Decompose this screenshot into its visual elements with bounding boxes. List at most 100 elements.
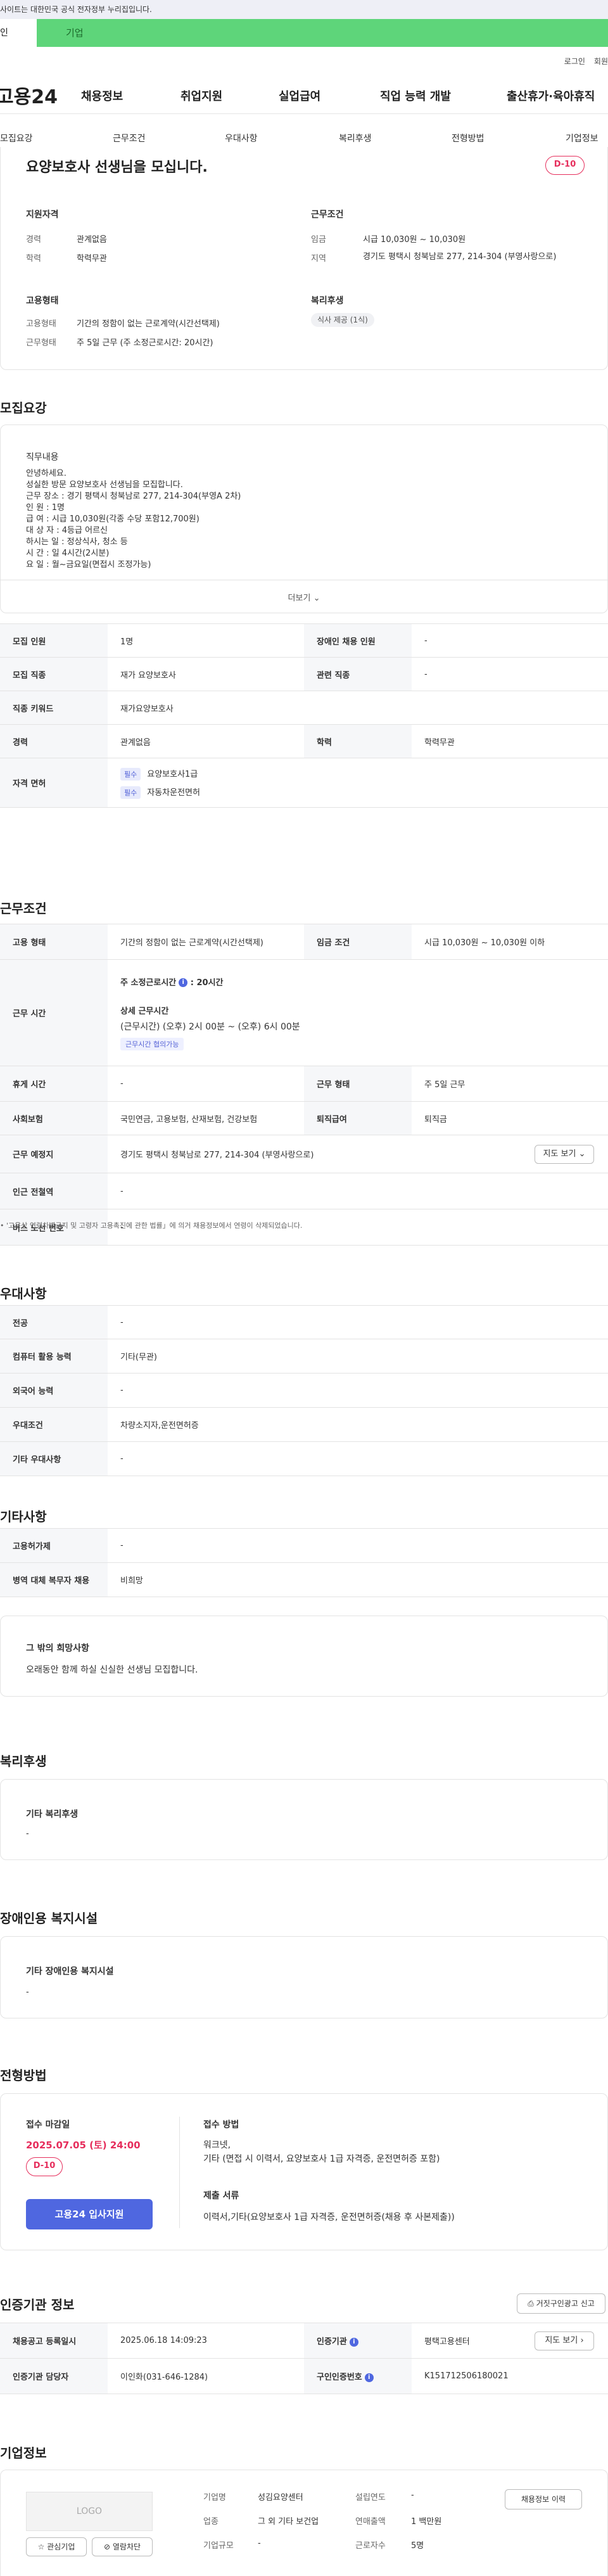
table-header: 근무 예정지 (0, 1135, 108, 1173)
dday-badge: D-10 (545, 156, 585, 175)
more-button[interactable]: 더보기 ⌄ (1, 591, 607, 603)
tab-individual[interactable]: 인 (0, 19, 37, 47)
hiring-history-button[interactable]: 채용정보 이력 (505, 2489, 582, 2509)
welfare-section-title: 복리후생 (0, 1754, 47, 1769)
favorite-company-button[interactable]: ☆ 관심기업 (26, 2537, 87, 2556)
map-view-button[interactable]: 지도 보기 ⌄ (535, 1145, 594, 1164)
report-false-ad-button[interactable]: ⎙ 거짓구인광고 신고 (517, 2293, 605, 2314)
anchor-company[interactable]: 기업정보 (566, 132, 598, 144)
duty-line: 인 원 : 1명 (26, 503, 65, 513)
gnb-item-employment-support[interactable]: 취업지원 (180, 87, 222, 104)
preference-section-title: 우대사항 (0, 1286, 47, 1301)
table-cell: - (108, 1173, 608, 1209)
area-value: 경기도 평택시 청북남로 277, 214-304 (부영사랑으로) (363, 252, 557, 262)
report-false-ad-label: 거짓구인광고 신고 (536, 2299, 595, 2308)
table-row: 모집 인원 1명 장애인 채용 인원 - (0, 623, 608, 658)
etc-wish-title: 그 밖의 희망사항 (26, 1643, 89, 1654)
info-icon[interactable]: i (349, 2337, 358, 2347)
agency-org-cell: 평택고용센터 지도 보기 › (412, 2323, 608, 2359)
table-row: 근무 시간 주 소정근로시간 i : 20시간 상세 근무시간 (근무시간) (오… (0, 959, 608, 1066)
table-row: 고용 형태 기간의 정함이 없는 근로계약(시간선택제) 임금 조건 시급 10… (0, 924, 608, 960)
welfare-card: 기타 복리후생 - (0, 1779, 608, 1860)
detail-hours-title: 상세 근무시간 (120, 1006, 169, 1016)
gov-notice-bar: 사이트는 대한민국 공식 전자정부 누리집입니다. (0, 0, 608, 19)
etc-wish-text: 오래동안 함께 하실 신실한 선생님 모집합니다. (26, 1665, 198, 1675)
table-header: 구인인증번호 i (304, 2358, 412, 2394)
wage-label: 임금 (311, 235, 326, 245)
table-cell: 차량소지자,운전면허증 (108, 1407, 608, 1442)
gnb-item-parental-leave[interactable]: 출산휴가·육아휴직 (507, 87, 595, 104)
table-header: 고용허가제 (0, 1528, 108, 1563)
gnb-item-jobs[interactable]: 채용정보 (81, 87, 123, 104)
table-cell: 1명 (108, 623, 304, 658)
agency-map-button[interactable]: 지도 보기 › (535, 2331, 594, 2350)
company-sales-label: 연매출액 (355, 2517, 386, 2527)
table-header: 휴게 시간 (0, 1066, 108, 1102)
table-cell: 기타(무관) (108, 1339, 608, 1374)
duty-line: 요 일 : 월~금요일(면접시 조정가능) (26, 560, 151, 570)
education-value: 학력무관 (77, 254, 107, 264)
company-industry-label: 업종 (203, 2517, 218, 2527)
welfare-tag: 식사 제공 (1식) (311, 313, 374, 327)
career-label: 경력 (26, 235, 41, 245)
etc-wish-card: 그 밖의 희망사항 오래동안 함께 하실 신실한 선생님 모집합니다. (0, 1616, 608, 1697)
block-icon: ⊘ (103, 2542, 111, 2551)
table-cell: 학력무관 (412, 724, 608, 758)
table-cell: K151712506180021 (412, 2358, 608, 2394)
required-badge: 필수 (120, 767, 141, 781)
area-label: 지역 (311, 254, 326, 264)
company-year-value: - (411, 2490, 414, 2500)
global-nav: 고용24 채용정보 취업지원 실업급여 직업 능력 개발 출산휴가·육아휴직 (0, 76, 608, 114)
table-cell: 재가요양보호사 (108, 691, 608, 725)
info-icon[interactable]: i (179, 978, 188, 987)
duty-line: 안녕하세요. (26, 469, 66, 478)
agency-map-label: 지도 보기 (545, 2336, 578, 2345)
tab-enterprise[interactable]: 기업 (37, 19, 608, 47)
anchor-apply[interactable]: 전형방법 (452, 132, 484, 144)
table-header: 고용 형태 (0, 924, 108, 960)
site-logo[interactable]: 고용24 (0, 81, 72, 109)
disabled-section-title: 장애인용 복지시설 (0, 1911, 98, 1926)
agency-section-title: 인증기관 정보 (0, 2297, 75, 2312)
duty-line: 시 간 : 일 4시간(2시분) (26, 549, 110, 558)
block-view-button[interactable]: ⊘ 열람차단 (92, 2537, 153, 2556)
place-cell: 경기도 평택시 청북남로 277, 214-304 (부영사랑으로) 지도 보기… (108, 1135, 608, 1173)
work-type-label: 근무형태 (26, 338, 56, 348)
docs-title: 제출 서류 (203, 2191, 239, 2201)
table-header: 근무 시간 (0, 959, 108, 1066)
anchor-work[interactable]: 근무조건 (113, 132, 146, 144)
table-header: 장애인 채용 인원 (304, 623, 412, 658)
company-name-value: 성김요양센터 (258, 2493, 303, 2503)
anchor-welfare[interactable]: 복리후생 (339, 132, 372, 144)
emp-type-label: 고용형태 (26, 319, 56, 329)
info-icon[interactable]: i (364, 2373, 374, 2382)
join-link[interactable]: 회원 (594, 56, 608, 67)
duty-line: 근무 장소 : 경기 평택시 청북남로 277, 214-304(부영A 2차) (26, 492, 241, 501)
place-value: 경기도 평택시 청북남로 277, 214-304 (부영사랑으로) (120, 1151, 314, 1160)
chevron-down-icon: ⌄ (313, 594, 320, 603)
favorite-company-label: 관심기업 (47, 2542, 75, 2551)
anchor-preference[interactable]: 우대사항 (225, 132, 258, 144)
detail-hours-value: (근무시간) (오후) 2시 00분 ~ (오후) 6시 00분 (120, 1021, 300, 1032)
method-content: 워크넷, 기타 (면접 시 이력서, 요양보호사 1급 자격증, 운전면허증 포… (203, 2138, 440, 2166)
table-row: 전공 - (0, 1305, 608, 1339)
table-header: 자격 면허 (0, 758, 108, 808)
table-cell: 기간의 정함이 없는 근로계약(시간선택제) (108, 924, 304, 960)
login-link[interactable]: 로그인 (564, 56, 585, 67)
table-row: 자격 면허 필수 요양보호사1급 필수 자동차운전면허 (0, 758, 608, 808)
deadline-value: 2025.07.05 (토) 24:00 (26, 2139, 141, 2151)
gnb-item-unemployment-benefit[interactable]: 실업급여 (279, 87, 320, 104)
company-card: LOGO ☆ 관심기업 ⊘ 열람차단 기업명 성김요양센터 설립연도 - 업종 … (0, 2470, 608, 2576)
welfare-title: 복리후생 (311, 296, 344, 306)
company-scale-label: 기업규모 (203, 2541, 234, 2551)
table-header: 기타 우대사항 (0, 1441, 108, 1476)
anchor-recruit[interactable]: 모집요강 (0, 132, 33, 144)
weekly-hours-label: 주 소정근로시간 (120, 978, 177, 988)
duty-card: 직무내용 안녕하세요. 성실한 방문 요양보호사 선생님을 모집합니다. 근무 … (0, 424, 608, 613)
apply-button[interactable]: 고용24 입사지원 (26, 2199, 153, 2229)
etc-section-title: 기타사항 (0, 1509, 47, 1524)
license-name: 요양보호사1급 (147, 769, 198, 779)
apply-card: 접수 마감일 2025.07.05 (토) 24:00 D-10 고용24 입사… (0, 2093, 608, 2250)
wage-value: 시급 10,030원 ~ 10,030원 (363, 235, 466, 245)
gnb-item-vocational-training[interactable]: 직업 능력 개발 (380, 87, 451, 104)
